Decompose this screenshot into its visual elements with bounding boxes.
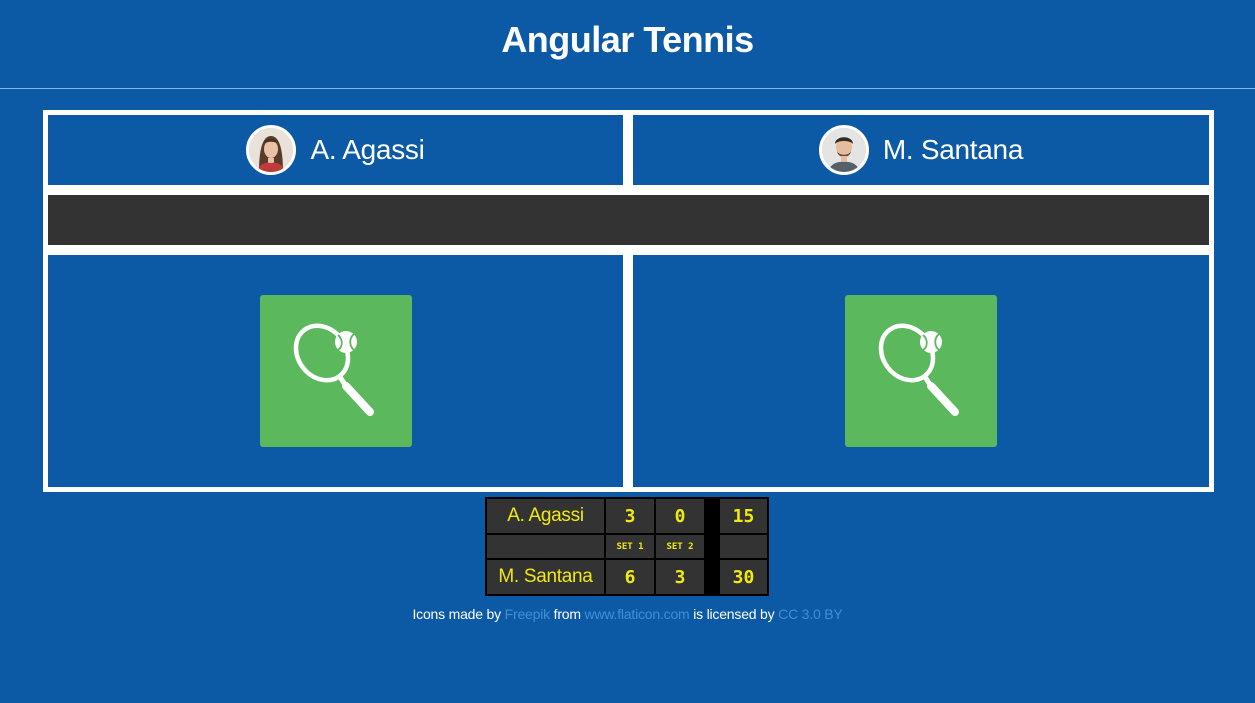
score-set-1: 6 [604, 558, 656, 596]
avatar-woman-icon [246, 125, 297, 175]
hit-button-player-1[interactable] [259, 295, 412, 447]
court-net [48, 195, 1209, 245]
footer-licensed: is licensed by [693, 606, 775, 622]
score-divider [704, 497, 720, 535]
score-divider [704, 558, 720, 596]
tennis-racket-icon [293, 323, 374, 416]
page-title: Angular Tennis [501, 19, 754, 60]
hit-button-player-2[interactable] [845, 295, 997, 447]
tennis-court: A. Agassi M. Santana [43, 110, 1214, 492]
footer-prefix: Icons made by [412, 606, 501, 622]
score-game-points: 15 [718, 497, 769, 535]
freepik-link[interactable]: Freepik [505, 606, 550, 622]
player-header-1: A. Agassi [48, 115, 623, 185]
player-name-2: M. Santana [882, 134, 1024, 165]
game-label-empty [718, 533, 769, 560]
attribution-footer: Icons made by Freepik from www.flaticon.… [0, 606, 1255, 622]
scoreboard-set-labels: SET 1 SET 2 [485, 533, 769, 560]
score-player-name: M. Santana [485, 558, 606, 596]
score-player-name: A. Agassi [485, 497, 606, 535]
score-set-2: 0 [654, 497, 706, 535]
scoreboard-row-player-1: A. Agassi 3 0 15 [485, 497, 769, 535]
score-set-2: 3 [654, 558, 706, 596]
scoreboard: A. Agassi 3 0 15 SET 1 SET 2 M. Santana … [485, 497, 769, 596]
license-link[interactable]: CC 3.0 BY [778, 606, 843, 622]
tennis-racket-icon [878, 323, 959, 416]
flaticon-link[interactable]: www.flaticon.com [585, 606, 690, 622]
avatar-man-icon [818, 125, 869, 175]
player-name-1: A. Agassi [310, 134, 425, 165]
score-game-points: 30 [718, 558, 769, 596]
scoreboard-row-player-2: M. Santana 6 3 30 [485, 558, 769, 596]
court-half-1 [48, 255, 623, 487]
score-label-empty [485, 533, 606, 560]
score-set-1: 3 [604, 497, 656, 535]
court-half-2 [633, 255, 1209, 487]
footer-from: from [553, 606, 581, 622]
player-header-2: M. Santana [633, 115, 1209, 185]
set-2-label: SET 2 [654, 533, 706, 560]
page-header: Angular Tennis [0, 0, 1255, 89]
score-divider [704, 533, 720, 560]
set-1-label: SET 1 [604, 533, 656, 560]
